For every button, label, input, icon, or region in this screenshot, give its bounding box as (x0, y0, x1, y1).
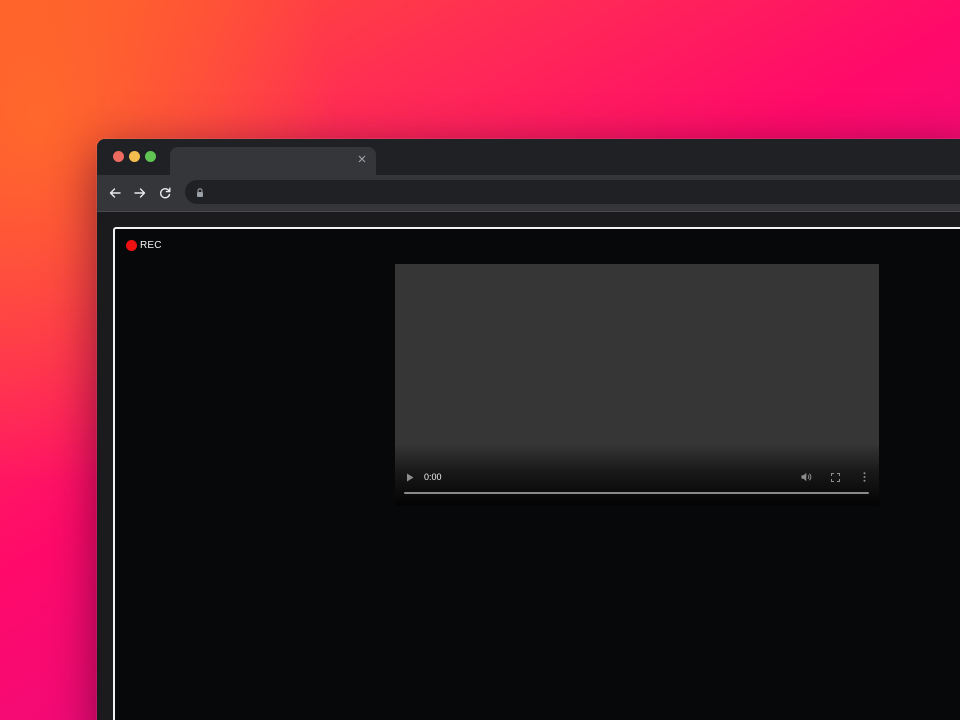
tab-strip (97, 139, 960, 175)
page-viewport: REC 0:00 (97, 212, 960, 720)
reload-icon[interactable] (155, 183, 175, 203)
video-player[interactable]: 0:00 (395, 264, 879, 506)
close-window-button[interactable] (113, 151, 124, 162)
recording-stage: REC 0:00 (113, 227, 960, 720)
video-controls: 0:00 (395, 444, 879, 506)
record-dot-icon (126, 240, 137, 251)
recording-indicator: REC (126, 240, 162, 251)
browser-window: REC 0:00 (97, 139, 960, 720)
arrow-right-icon[interactable] (130, 183, 150, 203)
browser-tab[interactable] (170, 147, 376, 175)
browser-toolbar (97, 175, 960, 212)
close-icon[interactable] (354, 151, 370, 167)
fullscreen-icon[interactable] (828, 470, 842, 484)
minimize-window-button[interactable] (129, 151, 140, 162)
video-progress-bar[interactable] (404, 492, 869, 494)
address-bar[interactable] (185, 180, 960, 204)
more-vertical-icon[interactable] (857, 470, 871, 484)
recording-label: REC (140, 240, 162, 251)
volume-icon[interactable] (799, 470, 813, 484)
play-icon[interactable] (403, 470, 417, 484)
arrow-left-icon[interactable] (105, 183, 125, 203)
maximize-window-button[interactable] (145, 151, 156, 162)
lock-icon (194, 186, 206, 198)
current-time: 0:00 (424, 472, 442, 482)
